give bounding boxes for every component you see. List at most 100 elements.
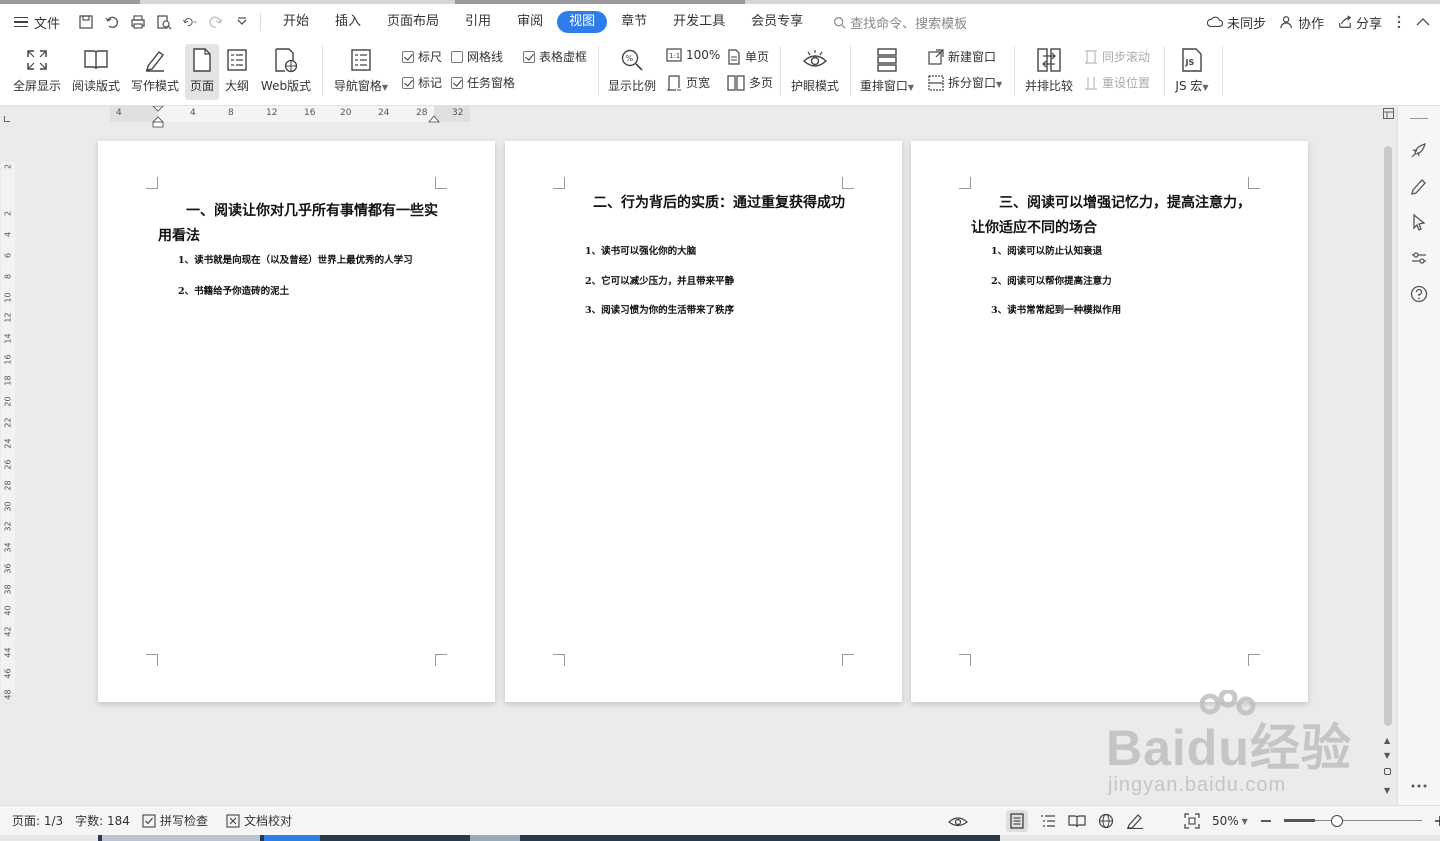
ruler-toggle-icon[interactable] <box>1383 108 1394 119</box>
tab-8[interactable]: 会员专享 <box>739 11 815 33</box>
tab-6[interactable]: 章节 <box>609 11 659 33</box>
doc-proof-button[interactable]: 文档校对 <box>226 812 292 829</box>
vertical-scrollbar[interactable]: ▲ ▼ ▼ <box>1381 106 1395 805</box>
reading-view-icon[interactable] <box>1068 814 1086 828</box>
ruler-checkbox[interactable]: 标尺 <box>402 48 442 65</box>
file-menu-button[interactable]: 文件 <box>0 13 70 32</box>
list-item[interactable]: 1、读书可以强化你的大脑 <box>565 241 847 262</box>
sync-scroll-button[interactable]: 同步滚动 <box>1084 48 1150 65</box>
gridlines-checkbox[interactable]: 网格线 <box>451 48 503 65</box>
horizontal-ruler[interactable]: 4 4 8 12 16 20 24 28 32 <box>110 106 470 128</box>
vertical-ruler[interactable]: 2 2 4 6 8 10 12 14 16 18 20 22 24 26 28 30 32 34 36 38 40 42 4… <box>0 122 16 702</box>
fullscreen-button[interactable]: 全屏显示 <box>10 40 64 94</box>
reset-position-button[interactable]: 重设位置 <box>1084 74 1150 91</box>
zoom-out-icon[interactable] <box>1260 815 1272 827</box>
edit-pen-icon[interactable] <box>1409 176 1429 196</box>
print-icon[interactable] <box>130 14 146 30</box>
more-panel-icon[interactable] <box>1409 776 1429 796</box>
next-page-icon[interactable]: ▼ <box>1384 786 1390 795</box>
spell-check-button[interactable]: 拼写检查 <box>142 812 208 829</box>
list-item[interactable]: 2、它可以减少压力，并且带来平静 <box>565 271 847 292</box>
table-gridlines-checkbox[interactable]: 表格虚框 <box>523 48 587 65</box>
tab-5[interactable]: 视图 <box>557 11 608 33</box>
undo-icon[interactable] <box>182 14 198 30</box>
multi-page-button[interactable]: 多页 <box>727 74 773 91</box>
task-pane-checkbox[interactable]: 任务窗格 <box>451 74 515 91</box>
indent-marker-icon[interactable] <box>152 106 164 128</box>
section-heading[interactable]: 三、阅读可以增强记忆力，提高注意力，让你适应不同的场合 <box>971 191 1253 241</box>
customize-toolbar-icon[interactable] <box>234 14 250 30</box>
section-heading[interactable]: 一、阅读让你对几乎所有事情都有一些实用看法 <box>158 199 440 249</box>
tab-1[interactable]: 插入 <box>323 11 373 33</box>
reading-layout-button[interactable]: 阅读版式 <box>69 40 123 94</box>
page-count[interactable]: 页面: 1/3 <box>12 812 63 829</box>
command-search[interactable]: 查找命令、搜索模板 <box>833 13 967 32</box>
scrollbar-thumb[interactable] <box>1384 146 1392 726</box>
document-page-2[interactable]: 二、行为背后的实质：通过重复获得成功 1、读书可以强化你的大脑 2、它可以减少压力，… <box>505 141 902 702</box>
collapse-ribbon-icon[interactable] <box>1416 17 1430 27</box>
sync-status-button[interactable]: 未同步 <box>1206 13 1266 32</box>
list-item[interactable]: 2、阅读可以帮你提高注意力 <box>971 271 1253 292</box>
right-indent-marker-icon[interactable] <box>428 106 440 124</box>
js-macro-button[interactable]: JS JS 宏▼ <box>1170 40 1214 94</box>
redo-icon[interactable] <box>208 14 224 30</box>
zoom-100-button[interactable]: 1:1 100% <box>666 48 720 62</box>
outline-button[interactable]: 大纲 <box>222 40 252 94</box>
browse-object-icon[interactable] <box>1384 768 1391 775</box>
rearrange-window-button[interactable]: 重排窗口▼ <box>856 40 918 94</box>
page-width-button[interactable]: 页宽 <box>666 74 710 91</box>
tab-3[interactable]: 引用 <box>453 11 503 33</box>
zoom-in-icon[interactable] <box>1434 815 1440 827</box>
web-view-icon[interactable] <box>1098 813 1114 829</box>
tab-2[interactable]: 页面布局 <box>375 11 451 33</box>
list-item[interactable]: 3、阅读习惯为你的生活带来了秩序 <box>565 300 847 321</box>
gridlines-check[interactable] <box>451 50 463 63</box>
tab-7[interactable]: 开发工具 <box>661 11 737 33</box>
print-preview-icon[interactable] <box>156 14 172 30</box>
document-page-3[interactable]: 三、阅读可以增强记忆力，提高注意力，让你适应不同的场合 1、阅读可以防止认知衰退 2… <box>911 141 1308 702</box>
single-page-button[interactable]: 单页 <box>727 48 769 65</box>
new-window-button[interactable]: 新建窗口 <box>928 48 996 65</box>
list-item[interactable]: 2、书籍给予你造砖的泥土 <box>158 281 440 302</box>
rocket-icon[interactable] <box>1409 140 1429 160</box>
help-icon[interactable] <box>1409 284 1429 304</box>
prev-page-icon[interactable]: ▼ <box>1384 751 1390 760</box>
writing-mode-button[interactable]: 写作模式 <box>128 40 182 94</box>
marks-check[interactable] <box>402 76 414 89</box>
page-layout-button[interactable]: 页面 <box>185 44 219 100</box>
fit-page-icon[interactable] <box>1184 813 1200 829</box>
outline-view-icon[interactable] <box>1040 814 1056 828</box>
eye-care-status-icon[interactable] <box>948 814 968 828</box>
select-cursor-icon[interactable] <box>1409 212 1429 232</box>
writing-view-icon[interactable] <box>1126 813 1144 829</box>
share-button[interactable]: 分享 <box>1338 13 1382 32</box>
collaborate-button[interactable]: 协作 <box>1280 13 1324 32</box>
marks-checkbox[interactable]: 标记 <box>402 74 442 91</box>
tab-0[interactable]: 开始 <box>271 11 321 33</box>
panel-menu-icon[interactable] <box>1410 118 1428 119</box>
word-count[interactable]: 字数: 184 <box>75 812 130 829</box>
zoom-slider-thumb[interactable] <box>1330 815 1343 827</box>
web-layout-button[interactable]: Web版式 <box>256 40 316 94</box>
list-item[interactable]: 3、读书常常起到一种模拟作用 <box>971 300 1253 321</box>
list-item[interactable]: 1、阅读可以防止认知衰退 <box>971 241 1253 262</box>
undo-history-icon[interactable] <box>104 14 120 30</box>
ruler-check[interactable] <box>402 50 414 63</box>
zoom-slider[interactable] <box>1283 815 1422 827</box>
list-item[interactable]: 1、读书就是向现在（以及曾经）世界上最优秀的人学习 <box>158 250 440 271</box>
eye-care-button[interactable]: 护眼模式 <box>786 40 844 94</box>
table-gridlines-check[interactable] <box>523 50 535 63</box>
tab-4[interactable]: 审阅 <box>505 11 555 33</box>
scroll-up-arrow[interactable]: ▲ <box>1384 736 1390 745</box>
section-heading[interactable]: 二、行为背后的实质：通过重复获得成功 <box>565 191 847 216</box>
side-by-side-button[interactable]: 并排比较 <box>1020 40 1078 94</box>
zoom-button[interactable]: % 显示比例 <box>604 40 660 94</box>
save-icon[interactable] <box>78 14 94 30</box>
settings-sliders-icon[interactable] <box>1409 248 1429 268</box>
page-view-status-button[interactable] <box>1006 810 1028 832</box>
more-options-icon[interactable] <box>1396 15 1402 29</box>
split-window-button[interactable]: 拆分窗口▼ <box>928 74 1002 91</box>
zoom-level-dropdown[interactable]: 50% ▼ <box>1212 814 1248 828</box>
nav-pane-button[interactable]: 导航窗格▼ <box>330 40 392 94</box>
task-pane-check[interactable] <box>451 76 463 89</box>
